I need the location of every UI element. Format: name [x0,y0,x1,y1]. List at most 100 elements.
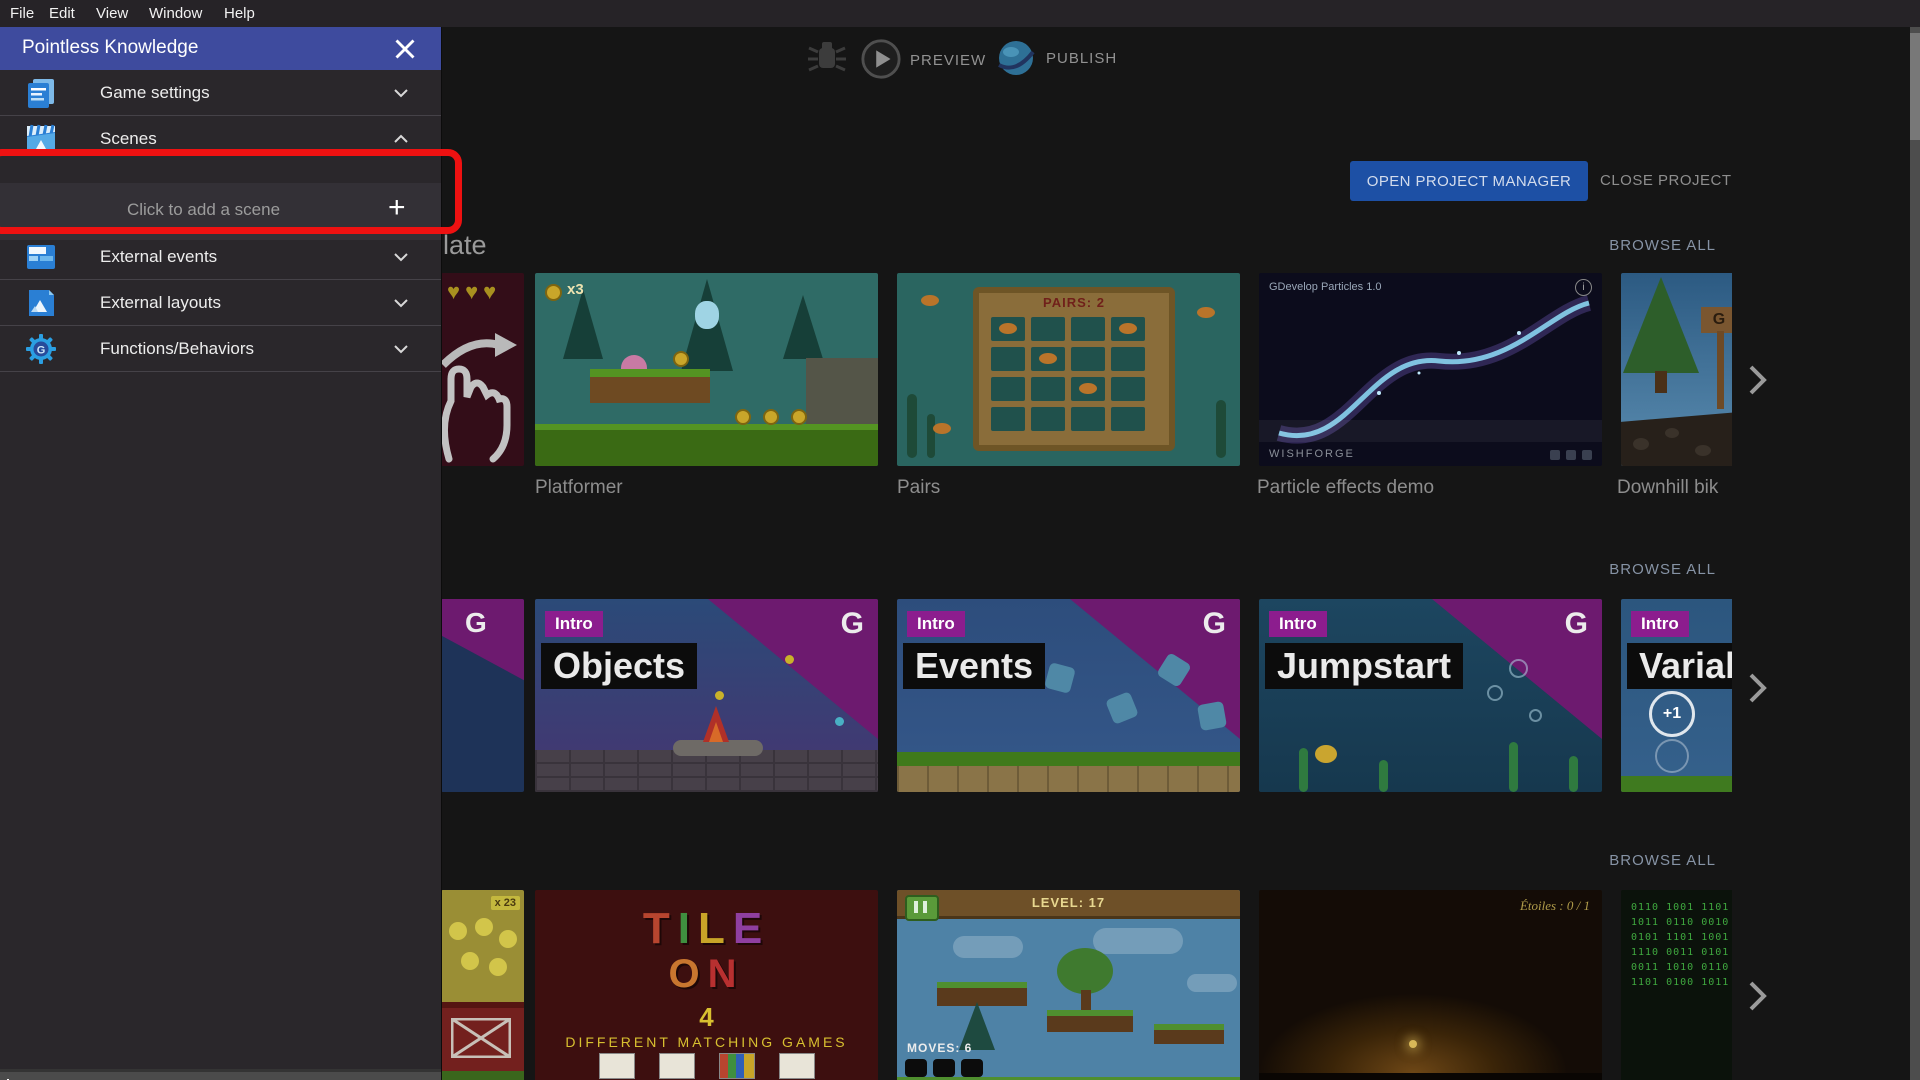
seaweed [1569,756,1578,792]
tileon-count: 4 [535,1002,878,1033]
fish-sprite [1197,307,1215,318]
chick-sprite [499,930,517,948]
seaweed [927,414,935,458]
sidebar-item-external-events[interactable]: External events [0,234,441,279]
gdevelop-window: File Edit View Window Help PREVIEW [0,0,1920,1080]
tree-trunk [1081,990,1091,1010]
scroll-right-button[interactable] [1746,672,1768,704]
pig-sprite [1197,701,1227,731]
level-indicator: LEVEL: 17 [897,895,1240,910]
matrix-text-line: 1011 0110 0010 [1631,915,1732,930]
search-bar [0,1069,441,1080]
cliff [806,358,878,432]
open-project-manager-button[interactable]: OPEN PROJECT MANAGER [1350,161,1588,201]
add-scene-label: Click to add a scene [0,200,407,220]
pause-button [905,895,939,921]
gdevelop-logo-text: G [465,607,487,639]
menu-window[interactable]: Window [149,5,202,22]
tree [1623,277,1699,373]
firefly [1409,1040,1417,1048]
sign-post [1717,331,1724,409]
menu-view[interactable]: View [96,5,128,22]
intro-name: Objects [541,643,697,689]
preview-label: PREVIEW [910,52,986,69]
card-tile-on[interactable]: TILE ON 4 DIFFERENT MATCHING GAMES [535,890,878,1080]
fish-tile [1079,383,1097,394]
card-intro-events[interactable]: G Intro Events [897,599,1240,792]
card-matrix[interactable]: 0110 1001 1101 1011 0110 0010 0101 1101 … [1621,890,1732,1080]
dirt-floor [897,766,1240,792]
showcase-cards-row: x 23 TILE ON 4 DIFFERENT MATCHING GAMES [441,890,1732,1080]
chevron-down-icon [389,81,413,105]
sidebar-item-functions-behaviors[interactable]: G Functions/Behaviors [0,326,441,371]
fish-character [1315,745,1337,763]
sidebar-item-external-layouts[interactable]: External layouts [0,280,441,325]
close-project-button[interactable]: CLOSE PROJECT [1600,172,1732,189]
card-pixel-platformer[interactable]: LEVEL: 17 MOVES: 6 [897,890,1240,1080]
cloud [1093,928,1183,954]
coin [735,409,751,425]
chevron-right-icon [1746,980,1768,1012]
card-night-scene[interactable]: Étoiles : 0 / 1 [1259,890,1602,1080]
grass-floor [1621,776,1732,792]
menu-help[interactable]: Help [224,5,255,22]
pairs-board: PAIRS: 2 [973,287,1175,451]
publish-button[interactable]: PUBLISH [994,36,1169,80]
chevron-down-icon [389,291,413,315]
card-downhill[interactable]: G [1621,273,1732,466]
scrollbar-thumb[interactable] [1910,33,1920,140]
stars-counter: Étoiles : 0 / 1 [1520,898,1590,914]
cobble-stone [1633,438,1649,450]
grass-floor [897,752,1240,766]
wishforge-logo-text: WISHFORGE [1269,448,1355,460]
card-intro-variables[interactable]: G Intro Variab +1 [1621,599,1732,792]
section-title-template: late [443,230,487,261]
menu-file[interactable]: File [10,5,34,22]
play-circle-icon [860,38,902,80]
menu-edit[interactable]: Edit [49,5,75,22]
card-pairs[interactable]: PAIRS: 2 [897,273,1240,466]
social-icons [1550,450,1592,460]
demo-ui-bar [1259,420,1602,442]
close-panel-button[interactable] [388,32,422,66]
platform [590,369,710,403]
intro-name: Variab [1627,643,1732,689]
plus-one-badge: +1 [1649,691,1695,737]
cobble-stone [1695,445,1711,456]
card-intro-jumpstart[interactable]: G Intro Jumpstart [1259,599,1602,792]
cloud [1187,974,1237,992]
chevron-up-icon [389,127,413,151]
card-intro-partial[interactable]: G [441,599,524,792]
project-title: Pointless Knowledge [22,37,198,59]
chick-sprite [489,958,507,976]
sign-flag: G [1701,307,1732,333]
plus-icon[interactable]: + [388,191,406,225]
pine-tree [563,289,603,359]
sign-g-text: G [1713,311,1725,328]
pairs-score-text: PAIRS: 2 [979,295,1169,310]
debug-button[interactable] [805,36,849,80]
card-title-platformer: Platformer [535,477,623,499]
pine-tree [783,295,823,359]
search-input[interactable] [0,1072,441,1080]
scroll-right-button[interactable] [1746,364,1768,396]
scroll-right-button[interactable] [1746,980,1768,1012]
sidebar-item-scenes[interactable]: Scenes [0,116,441,161]
browse-all-courses[interactable]: BROWSE ALL [1609,561,1716,578]
browse-all-games[interactable]: BROWSE ALL [1609,852,1716,869]
matrix-text-line: 1110 0011 0101 [1631,945,1732,960]
card-platformer[interactable]: x3 [535,273,878,466]
info-icon: i [1575,279,1592,296]
card-intro-objects[interactable]: G Intro Objects [535,599,878,792]
add-scene-button[interactable]: Click to add a scene + [0,183,441,240]
chevron-right-icon [1746,672,1768,704]
sidebar-item-game-settings[interactable]: Game settings [0,70,441,115]
card-chicks-partial[interactable]: x 23 [441,890,524,1080]
browse-all-templates[interactable]: BROWSE ALL [1609,237,1716,254]
card-particle-demo[interactable]: GDevelop Particles 1.0 i WISHFORGE [1259,273,1602,466]
sidebar-item-label: Game settings [100,83,389,103]
tileon-title-line1: TILE [535,904,878,954]
cobble-stone [1665,428,1679,438]
card-swipe-partial[interactable]: ♥♥♥ [441,273,524,466]
project-manager-panel: Pointless Knowledge Game settings [0,27,442,1080]
